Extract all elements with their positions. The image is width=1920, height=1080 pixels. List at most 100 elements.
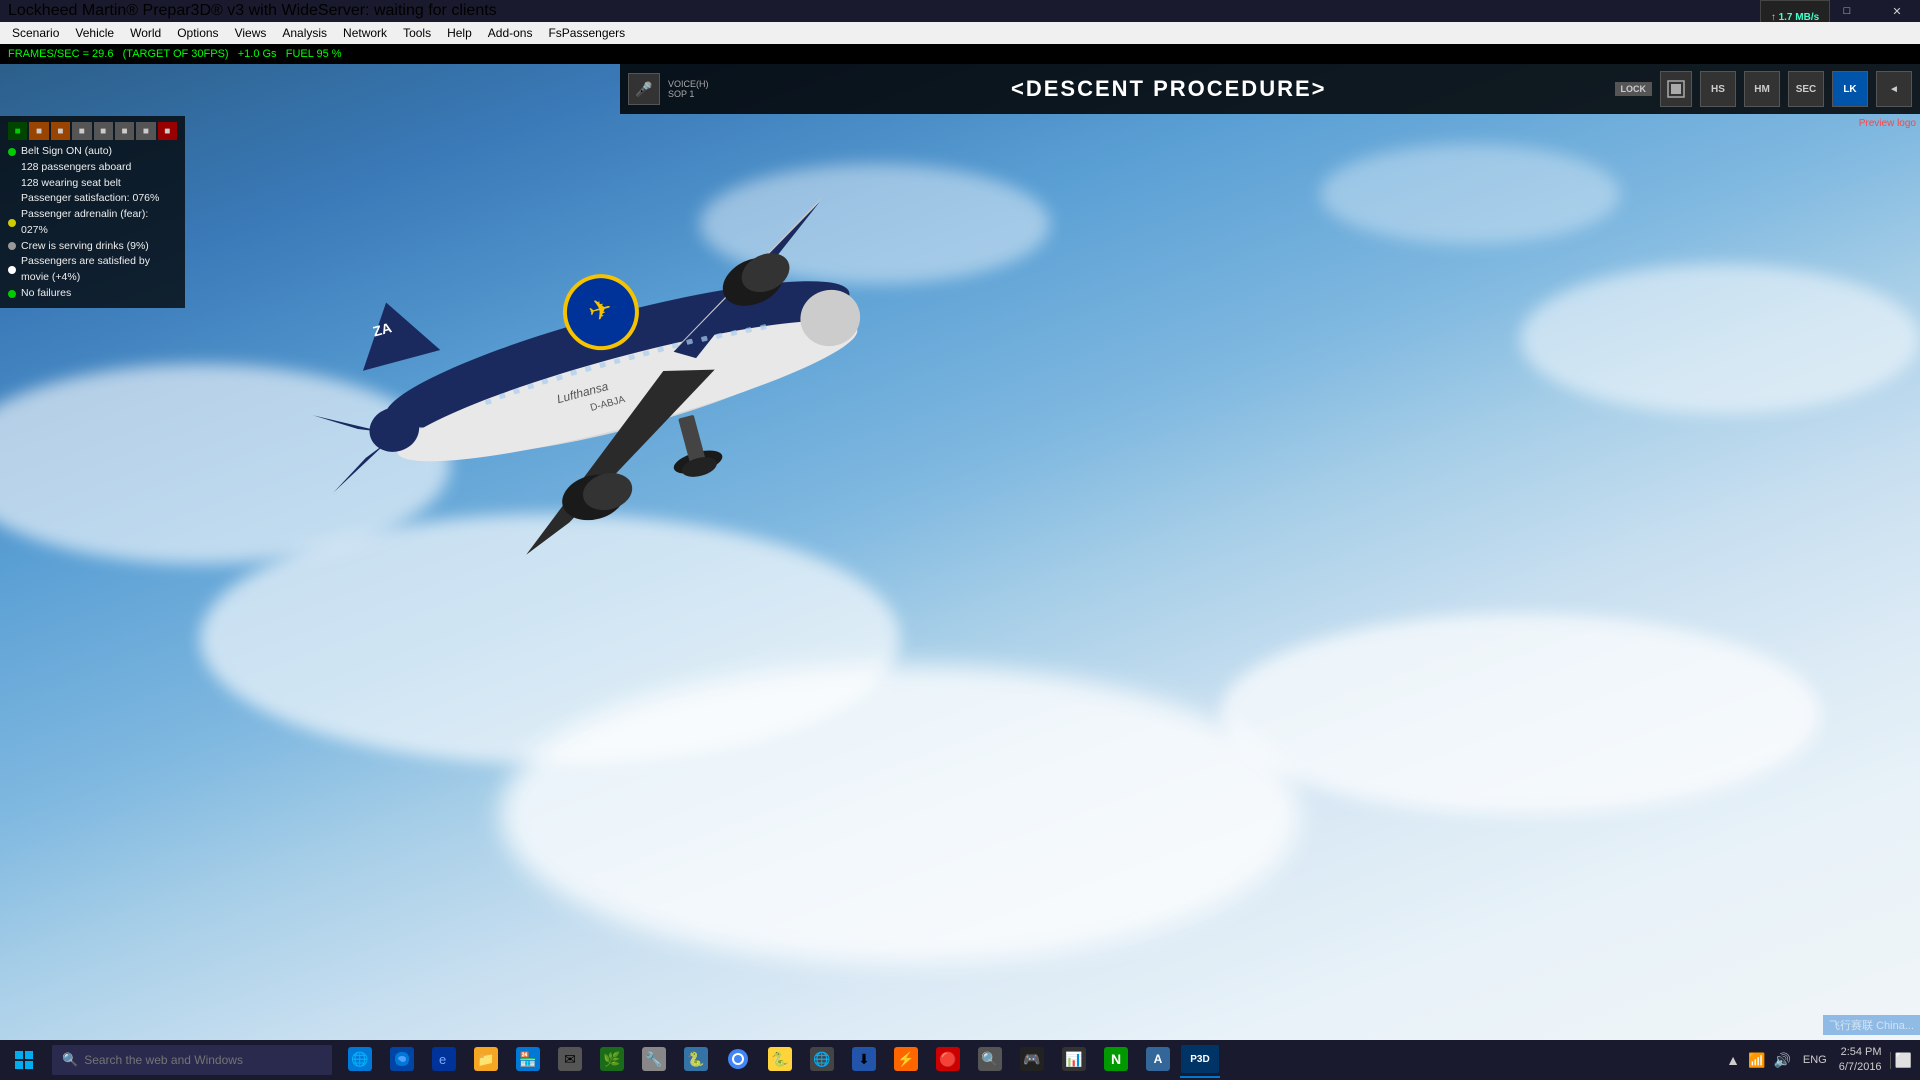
python-icon: 🐍 bbox=[684, 1047, 708, 1071]
menu-analysis[interactable]: Analysis bbox=[274, 22, 335, 44]
taskbar-app-n[interactable]: N bbox=[1096, 1042, 1136, 1078]
taskbar-app-a[interactable]: A bbox=[1138, 1042, 1178, 1078]
n-app-icon: N bbox=[1104, 1047, 1128, 1071]
hud-hm-button[interactable]: HM bbox=[1744, 71, 1780, 107]
clock[interactable]: 2:54 PM 6/7/2016 bbox=[1839, 1045, 1882, 1076]
taskbar-app-stats[interactable]: 📊 bbox=[1054, 1042, 1094, 1078]
explorer-icon: 🌐 bbox=[348, 1047, 372, 1071]
info-failures: No failures bbox=[8, 286, 177, 302]
menu-vehicle[interactable]: Vehicle bbox=[67, 22, 122, 44]
tool-icon: 🔧 bbox=[642, 1047, 666, 1071]
browser2-icon: 🌿 bbox=[600, 1047, 624, 1071]
hud-sec-button[interactable]: SEC bbox=[1788, 71, 1824, 107]
search-bar[interactable]: 🔍 bbox=[52, 1045, 332, 1075]
info-belt-sign: Belt Sign ON (auto) bbox=[8, 144, 177, 160]
watermark-text: 飞行赛联 China... bbox=[1829, 1020, 1914, 1032]
seatbelt-text: 128 wearing seat belt bbox=[21, 176, 121, 192]
upload-speed: ↑ 1.7 MB/s bbox=[1771, 12, 1819, 23]
failures-text: No failures bbox=[21, 286, 71, 302]
start-button[interactable] bbox=[0, 1040, 48, 1080]
stats-icon: 📊 bbox=[1062, 1047, 1086, 1071]
taskbar-app-chrome[interactable] bbox=[718, 1042, 758, 1078]
taskbar-app-p3d[interactable]: P3D bbox=[1180, 1042, 1220, 1078]
tray-network[interactable]: 📶 bbox=[1748, 1052, 1765, 1069]
maximize-button[interactable]: □ bbox=[1824, 0, 1870, 22]
taskbar-app-files[interactable]: 📁 bbox=[466, 1042, 506, 1078]
tray-arrow[interactable]: ▲ bbox=[1726, 1052, 1740, 1068]
taskbar-app-b2[interactable]: 🌿 bbox=[592, 1042, 632, 1078]
menu-help[interactable]: Help bbox=[439, 22, 480, 44]
toolbar-icons: ■ ■ ■ ■ ■ ■ ■ ■ bbox=[8, 122, 177, 140]
tb-icon-8[interactable]: ■ bbox=[158, 122, 177, 140]
menu-network[interactable]: Network bbox=[335, 22, 395, 44]
dot-adrenalin bbox=[8, 219, 16, 227]
taskbar-app-game[interactable]: 🎮 bbox=[1012, 1042, 1052, 1078]
menu-scenario[interactable]: Scenario bbox=[4, 22, 67, 44]
tb-icon-3[interactable]: ■ bbox=[51, 122, 70, 140]
voice-label: VOICE(H) bbox=[668, 79, 723, 89]
hud-prev-button[interactable]: ◄ bbox=[1876, 71, 1912, 107]
menu-addons[interactable]: Add-ons bbox=[480, 22, 541, 44]
taskbar-app-explorer[interactable]: 🌐 bbox=[340, 1042, 380, 1078]
tb-icon-4[interactable]: ■ bbox=[72, 122, 91, 140]
tb-icon-5[interactable]: ■ bbox=[94, 122, 113, 140]
passengers-count-text: 128 passengers aboard bbox=[21, 160, 131, 176]
cloud-4 bbox=[1220, 614, 1820, 814]
info-drinks: Crew is serving drinks (9%) bbox=[8, 239, 177, 255]
clock-date: 6/7/2016 bbox=[1839, 1060, 1882, 1075]
overlay-text: Preview logo bbox=[1855, 116, 1920, 131]
tb-icon-2[interactable]: ■ bbox=[29, 122, 48, 140]
taskbar-app-py2[interactable]: 🐍 bbox=[760, 1042, 800, 1078]
taskbar-app-app1[interactable]: 🔴 bbox=[928, 1042, 968, 1078]
hud-hs-button[interactable]: HS bbox=[1700, 71, 1736, 107]
taskbar-app-python[interactable]: 🐍 bbox=[676, 1042, 716, 1078]
taskbar-tray: ▲ 📶 🔊 ENG 2:54 PM 6/7/2016 ⬜ bbox=[1718, 1045, 1920, 1076]
taskbar-app-b3[interactable]: 🌐 bbox=[802, 1042, 842, 1078]
taskbar-app-mail[interactable]: ✉ bbox=[550, 1042, 590, 1078]
taskbar-app-tool[interactable]: 🔧 bbox=[634, 1042, 674, 1078]
menu-views[interactable]: Views bbox=[227, 22, 275, 44]
download-icon: ⬇ bbox=[852, 1047, 876, 1071]
game-icon: 🎮 bbox=[1020, 1047, 1044, 1071]
cloud-6 bbox=[500, 664, 1300, 964]
info-passengers-count: 128 passengers aboard bbox=[8, 160, 177, 176]
belt-sign-text: Belt Sign ON (auto) bbox=[21, 144, 112, 160]
taskbar-app-electric[interactable]: ⚡ bbox=[886, 1042, 926, 1078]
taskbar-app-download[interactable]: ⬇ bbox=[844, 1042, 884, 1078]
show-desktop-button[interactable]: ⬜ bbox=[1890, 1052, 1912, 1069]
search2-icon: 🔍 bbox=[978, 1047, 1002, 1071]
hud-lk-button[interactable]: LK bbox=[1832, 71, 1868, 107]
tb-icon-1[interactable]: ■ bbox=[8, 122, 27, 140]
hud-procedure-display: <DESCENT PROCEDURE> bbox=[731, 76, 1607, 102]
sop-label: SOP 1 bbox=[668, 89, 723, 99]
tb-icon-7[interactable]: ■ bbox=[136, 122, 155, 140]
python2-icon: 🐍 bbox=[768, 1047, 792, 1071]
menu-options[interactable]: Options bbox=[169, 22, 226, 44]
taskbar-app-ie[interactable]: e bbox=[424, 1042, 464, 1078]
info-seatbelt: 128 wearing seat belt bbox=[8, 176, 177, 192]
taskbar-app-edge[interactable] bbox=[382, 1042, 422, 1078]
menu-tools[interactable]: Tools bbox=[395, 22, 439, 44]
titlebar-controls: ↑ 1.7 MB/s 320KB/s ─ □ ✕ bbox=[1774, 0, 1920, 22]
taskbar-app-store[interactable]: 🏪 bbox=[508, 1042, 548, 1078]
info-movie: Passengers are satisfied by movie (+4%) bbox=[8, 254, 177, 286]
hud-voice-info: VOICE(H) SOP 1 bbox=[668, 79, 723, 99]
adrenalin-text: Passenger adrenalin (fear): 027% bbox=[21, 207, 177, 239]
taskbar-app-search2[interactable]: 🔍 bbox=[970, 1042, 1010, 1078]
menu-world[interactable]: World bbox=[122, 22, 169, 44]
hud-lock-button[interactable]: LOCK bbox=[1615, 82, 1653, 96]
menu-fspassengers[interactable]: FsPassengers bbox=[540, 22, 633, 44]
close-button[interactable]: ✕ bbox=[1874, 0, 1920, 22]
info-panel: ■ ■ ■ ■ ■ ■ ■ ■ Belt Sign ON (auto) 128 … bbox=[0, 116, 185, 308]
fps-display: FRAMES/SEC = 29.6 (TARGET OF 30FPS) +1.0… bbox=[8, 48, 342, 60]
hud-panel-icon bbox=[1660, 71, 1692, 107]
preview-text: Preview logo bbox=[1859, 118, 1916, 129]
dot-belt bbox=[8, 148, 16, 156]
info-adrenalin: Passenger adrenalin (fear): 027% bbox=[8, 207, 177, 239]
tb-icon-6[interactable]: ■ bbox=[115, 122, 134, 140]
tray-volume[interactable]: 🔊 bbox=[1773, 1052, 1790, 1069]
search-input[interactable] bbox=[84, 1053, 322, 1067]
titlebar: Lockheed Martin® Prepar3D® v3 with WideS… bbox=[0, 0, 1920, 22]
info-satisfaction: Passenger satisfaction: 076% bbox=[8, 191, 177, 207]
a-app-icon: A bbox=[1146, 1047, 1170, 1071]
